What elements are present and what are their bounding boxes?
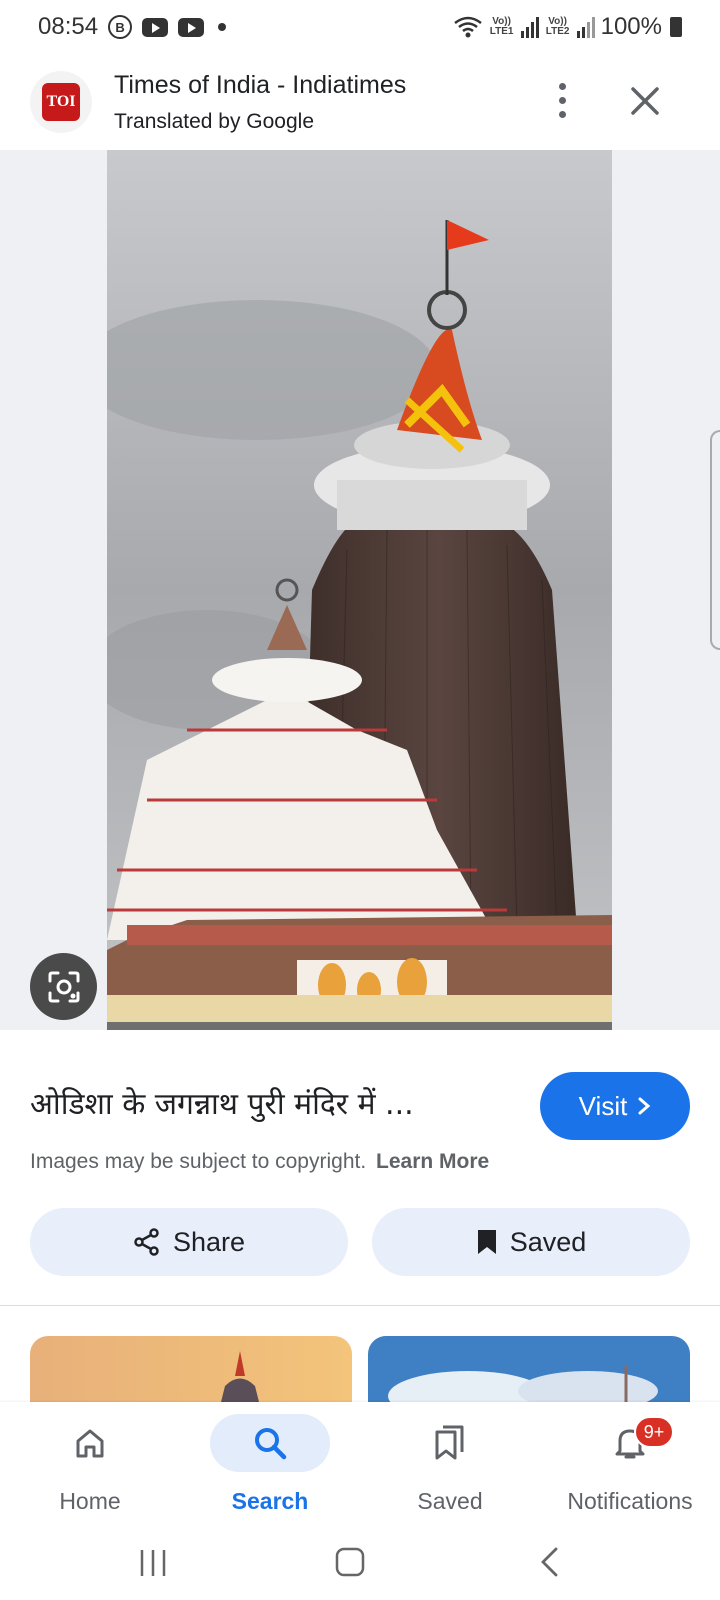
translated-label: Translated by Google [114, 109, 315, 133]
youtube-icon [142, 17, 169, 37]
battery-icon [670, 17, 682, 37]
more-vert-dot [558, 96, 566, 104]
sim2-indicator: Vo)) LTE2 [545, 16, 570, 37]
bottom-navigation: Home Search Saved 9+ Notifications [0, 1402, 720, 1524]
more-options-button[interactable] [540, 76, 584, 124]
home-system-icon[interactable] [334, 1546, 366, 1578]
nav-saved-icon-wrap [390, 1414, 510, 1472]
lens-icon [48, 971, 79, 1002]
close-icon [631, 87, 659, 115]
nav-notifications-icon-wrap: 9+ [570, 1414, 690, 1472]
related-image-thumbnail[interactable] [30, 1336, 352, 1406]
visit-button[interactable]: Visit [540, 1072, 690, 1140]
more-vert-dot [558, 110, 566, 118]
nav-home-label: Home [59, 1488, 121, 1514]
site-name[interactable]: Times of India - Indiatimes [114, 71, 406, 100]
status-bar: 08:54 B Vo)) LTE1 Vo)) LTE2 100% [0, 0, 720, 54]
signal-icon [520, 17, 539, 38]
visit-label: Visit [578, 1090, 628, 1121]
site-logo[interactable]: TOI [30, 71, 92, 133]
status-left: 08:54 B [38, 13, 227, 41]
saved-icon [435, 1425, 464, 1460]
saved-button[interactable]: Saved [372, 1208, 690, 1276]
system-navigation-bar [0, 1524, 720, 1600]
more-notifications-dot-icon [218, 23, 227, 31]
related-image-2 [368, 1336, 690, 1406]
more-vert-icon [558, 82, 566, 90]
back-icon[interactable] [538, 1546, 562, 1578]
status-time: 08:54 [38, 13, 99, 40]
notification-badge: 9+ [634, 1416, 674, 1448]
status-right: Vo)) LTE1 Vo)) LTE2 100% [453, 13, 682, 41]
related-image-thumbnail[interactable] [368, 1336, 690, 1406]
nav-home[interactable]: Home [0, 1402, 180, 1524]
nav-search[interactable]: Search [180, 1402, 360, 1524]
header-text: Times of India - Indiatimes Translated b… [114, 71, 406, 134]
nav-notifications-label: Notifications [567, 1488, 693, 1514]
nav-saved[interactable]: Saved [360, 1402, 540, 1524]
nav-home-icon-wrap [30, 1414, 150, 1472]
sim1-indicator: Vo)) LTE1 [489, 16, 514, 37]
youtube-icon [178, 17, 205, 37]
nav-notifications[interactable]: 9+ Notifications [540, 1402, 720, 1524]
wifi-icon [453, 16, 482, 38]
learn-more-link[interactable]: Learn More [376, 1150, 489, 1173]
related-image-1 [30, 1336, 352, 1406]
search-icon [255, 1428, 287, 1460]
nav-search-label: Search [231, 1488, 309, 1514]
temple-photo[interactable] [107, 150, 612, 1030]
b-app-icon: B [108, 15, 133, 39]
close-button[interactable] [620, 76, 670, 126]
lens-button[interactable] [30, 953, 97, 1020]
divider [0, 1305, 720, 1306]
share-label: Share [172, 1226, 246, 1257]
battery-percent: 100% [600, 13, 662, 40]
image-viewer-page: 08:54 B Vo)) LTE1 Vo)) LTE2 100% TOI Tim… [0, 0, 720, 1600]
copyright-notice: Images may be subject to copyright. Lear… [30, 1150, 489, 1174]
nav-search-icon-wrap [210, 1414, 330, 1472]
toi-logo: TOI [42, 83, 80, 121]
home-icon [76, 1429, 104, 1458]
bookmark-icon [477, 1230, 496, 1254]
source-header: TOI Times of India - Indiatimes Translat… [0, 54, 720, 150]
share-button[interactable]: Share [30, 1208, 348, 1276]
recent-apps-icon[interactable] [138, 1548, 168, 1578]
image-preview-area [0, 150, 720, 1030]
share-icon [134, 1228, 159, 1256]
side-panel-handle[interactable] [710, 430, 720, 650]
nav-saved-label: Saved [417, 1488, 483, 1514]
copyright-text: Images may be subject to copyright. [30, 1150, 367, 1173]
result-title[interactable]: ओडिशा के जगन्नाथ पुरी मंदिर में ... [30, 1082, 414, 1123]
saved-label: Saved [509, 1226, 587, 1257]
signal-icon [576, 17, 595, 38]
chevron-right-icon [638, 1097, 651, 1115]
